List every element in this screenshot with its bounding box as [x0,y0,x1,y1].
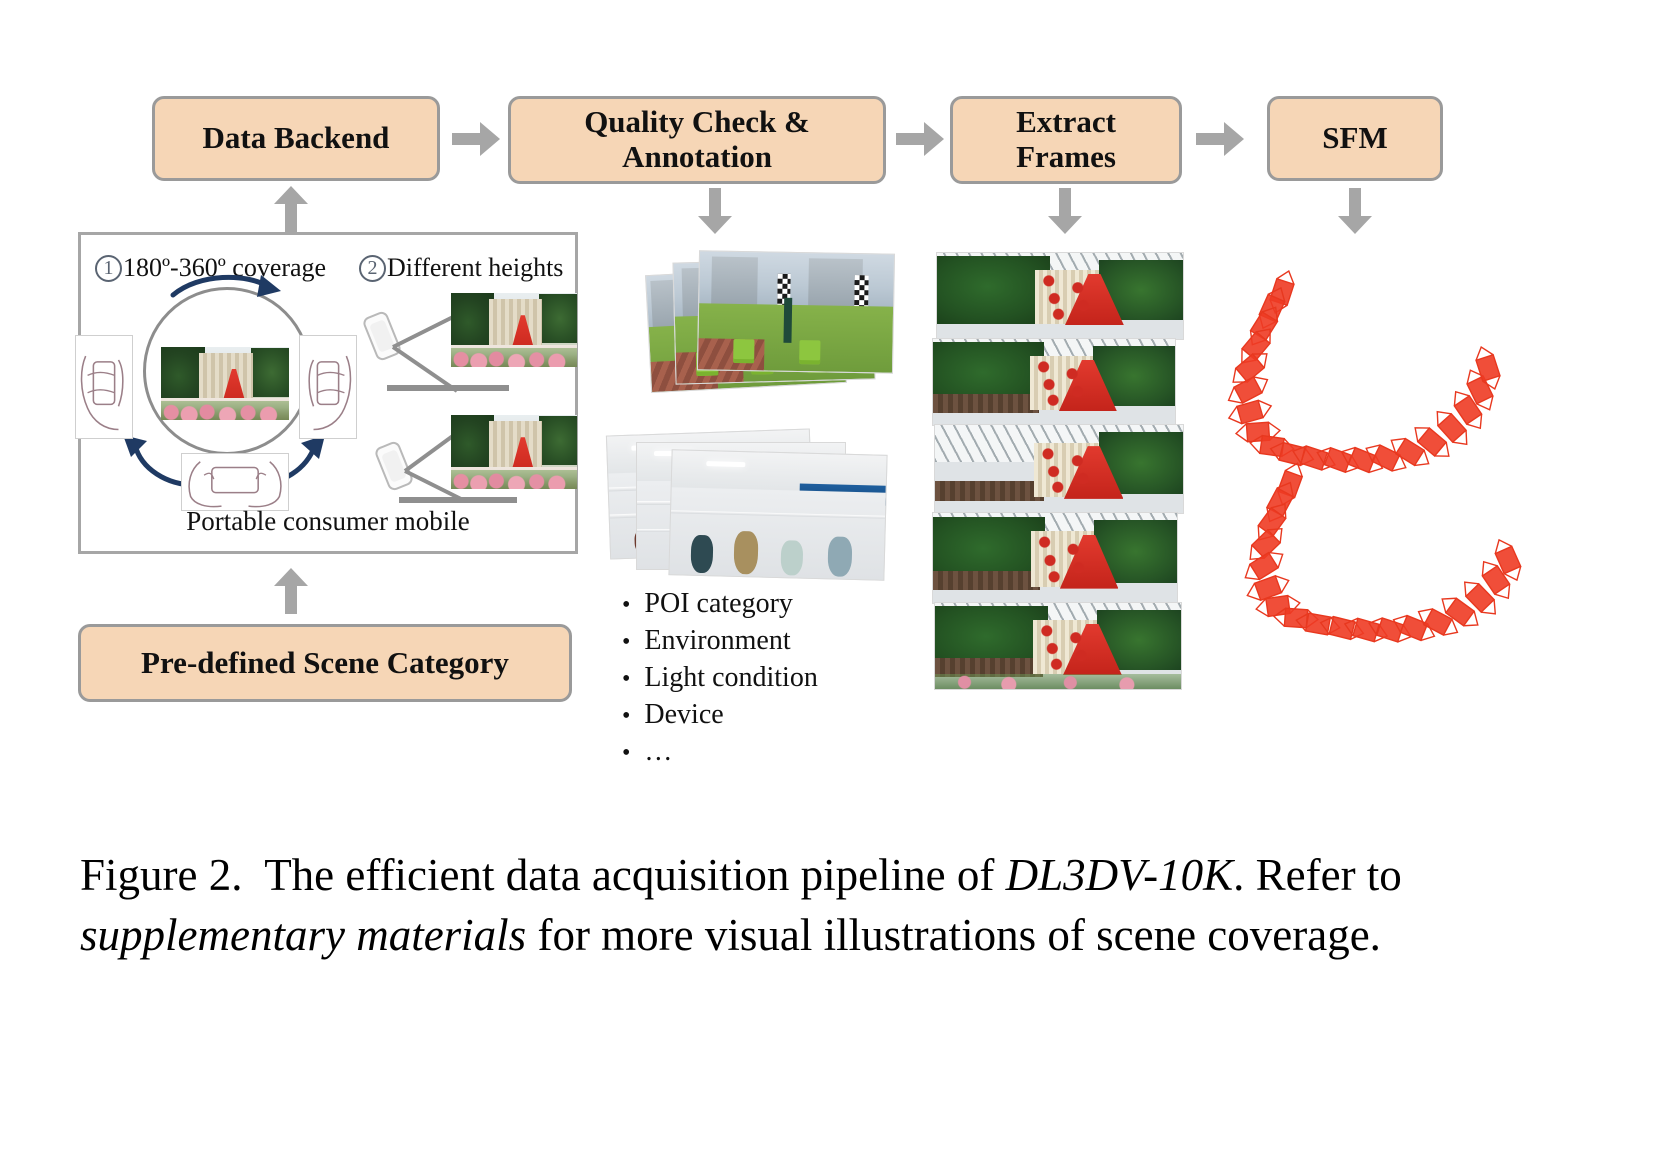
arrow-sfm-to-trajectory [1338,188,1372,234]
extracted-frame [934,424,1184,514]
list-item-label: Light condition [644,661,818,693]
arrow-extract-to-frames [1048,188,1082,234]
list-item-label: Device [644,698,724,730]
scene-thumbnail-center [161,347,289,420]
hand-holding-phone-bottom-icon [181,453,289,511]
extracted-frame [932,338,1176,426]
photo-thumbnail [668,449,888,581]
pipeline-box-label-line1: Extract [1016,104,1116,140]
pipeline-box-quality-check[interactable]: Quality Check & Annotation [508,96,886,184]
photo-thumbnail [696,250,896,374]
capture-item-2-label: 2 Different heights [359,253,563,283]
sfm-camera-trajectory-visualization [1210,250,1650,670]
arrow-capture-to-backend [274,186,308,232]
list-item-label: POI category [644,588,793,619]
bullet-icon: • [622,592,631,618]
list-item-label: … [644,735,673,767]
bullet-icon: • [622,628,631,655]
arrow-category-to-capture [274,568,308,614]
bullet-icon: • [622,665,631,692]
list-item: • Device [622,697,818,734]
list-item: • Environment [622,623,818,660]
annotation-attribute-list: • POI category • Environment • Light con… [622,586,818,771]
photo-stack-quality-park [645,250,896,400]
arrow-backend-to-quality [452,122,500,156]
arrow-extract-to-sfm [1196,122,1244,156]
capture-item-2-text: Different heights [387,253,564,282]
circled-number-2-icon: 2 [359,254,386,282]
pipeline-box-label: SFM [1322,120,1388,156]
hand-holding-phone-right-icon [299,335,357,439]
pipeline-box-extract-frames[interactable]: Extract Frames [950,96,1182,184]
figure-caption-italic-supplementary: supplementary materials [80,909,527,960]
pipeline-box-label-line2: Annotation [622,139,772,174]
scene-thumbnail-height-lower [451,415,577,489]
pipeline-box-data-backend[interactable]: Data Backend [152,96,440,181]
pipeline-box-pre-defined-scene-category[interactable]: Pre-defined Scene Category [78,624,572,702]
photo-stack-extracted-frames [932,252,1184,690]
pipeline-box-label-line2: Frames [1016,139,1116,174]
arrow-quality-to-extract [896,122,944,156]
extracted-frame [932,512,1178,604]
figure-caption-italic-dataset: DL3DV-10K [1005,850,1234,900]
hand-holding-phone-left-icon [75,335,133,439]
pipeline-box-label: Pre-defined Scene Category [141,644,509,680]
pipeline-box-sfm[interactable]: SFM [1267,96,1443,181]
camera-trajectory-upper [1227,270,1501,474]
list-item: • … [622,734,818,771]
figure-caption-prefix: Figure 2. [80,850,243,900]
bullet-icon: • [622,739,631,766]
extracted-frame [936,252,1184,340]
figure-caption-part3: for more visual illustrations of scene c… [526,909,1381,960]
capture-method-panel: 1 180º-360º coverage 2 Different heights [75,232,578,554]
ground-line-upper [387,385,509,391]
photo-stack-quality-store [605,428,888,581]
figure-caption-part1: The efficient data acquisition pipeline … [264,850,1006,900]
orbit-arrow-top [169,271,287,303]
circled-number-1-icon: 1 [95,254,122,282]
camera-trajectory-lower [1244,462,1522,643]
scene-thumbnail-height-upper [451,293,577,367]
list-item: • POI category [622,586,818,623]
pipeline-box-label: Data Backend [202,120,390,156]
arrow-quality-to-photos [698,188,732,234]
figure-caption-part2: . Refer to [1233,850,1402,900]
list-item-label: Environment [644,624,791,656]
view-cone-upper [389,313,459,395]
bullet-icon: • [622,702,631,729]
ground-line-lower [399,497,517,503]
extracted-frame [934,602,1182,690]
pipeline-box-label-line1: Quality Check & [584,104,810,140]
list-item: • Light condition [622,660,818,697]
figure-caption: Figure 2. The efficient data acquisition… [80,846,1585,966]
capture-panel-footer: Portable consumer mobile [186,506,470,536]
